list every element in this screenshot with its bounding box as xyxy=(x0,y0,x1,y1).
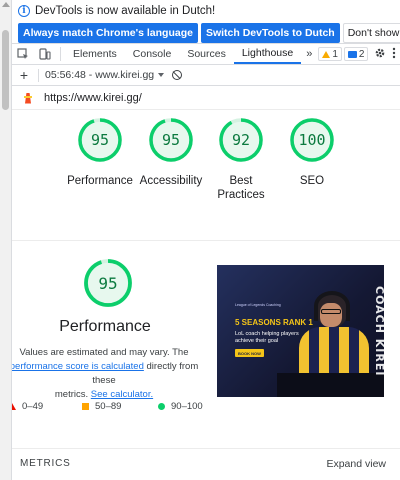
expand-view-toggle[interactable]: Expand view xyxy=(326,458,386,470)
thumbnail-vertical-text: COACH KIREI xyxy=(373,285,384,377)
chevron-down-icon xyxy=(158,73,165,77)
tab-elements[interactable]: Elements xyxy=(65,44,125,64)
tab-lighthouse[interactable]: Lighthouse xyxy=(233,44,302,64)
scroll-up-arrow-icon[interactable] xyxy=(2,2,10,7)
tab-separator xyxy=(60,47,61,61)
devtools-window: i DevTools is now available in Dutch! Al… xyxy=(0,0,400,480)
always-match-language-button[interactable]: Always match Chrome's language xyxy=(18,23,198,43)
performance-gauge-large: 95 xyxy=(82,257,134,309)
gauge-seo[interactable]: 100 SEO xyxy=(272,117,352,188)
lighthouse-logo-icon xyxy=(22,91,34,105)
report-selector[interactable]: 05:56:48 - www.kirei.gg xyxy=(45,69,165,81)
new-report-plus-icon[interactable]: + xyxy=(16,67,32,83)
desc-line1: Values are estimated and may vary. The xyxy=(19,347,189,358)
gauge-label: SEO xyxy=(299,175,325,187)
language-infobar: i DevTools is now available in Dutch! Al… xyxy=(12,0,400,44)
legend-average-range: 50–89 xyxy=(95,401,122,412)
see-calculator-link[interactable]: See calculator. xyxy=(91,389,153,400)
devtools-panel: i DevTools is now available in Dutch! Al… xyxy=(12,0,400,480)
performance-score: 95 xyxy=(98,273,118,293)
warnings-count: 1 xyxy=(332,48,338,60)
info-icon: i xyxy=(18,5,30,17)
performance-description: Values are estimated and may vary. The p… xyxy=(12,346,204,402)
score-calculated-link[interactable]: performance score is calculated xyxy=(12,361,144,372)
inspect-element-icon[interactable] xyxy=(12,44,34,64)
gauge-ring: 95 xyxy=(148,117,194,163)
dont-show-again-button[interactable]: Don't show again xyxy=(342,23,400,43)
switch-to-dutch-button[interactable]: Switch DevTools to Dutch xyxy=(200,23,340,43)
pass-circle-icon xyxy=(158,403,165,410)
gauge-score: 95 xyxy=(161,131,181,149)
thumbnail-headline: 5 SEASONS RANK 1 xyxy=(235,318,313,327)
clear-reports-icon[interactable] xyxy=(172,70,183,80)
gauge-score: 95 xyxy=(90,131,110,149)
messages-count: 2 xyxy=(358,48,365,60)
gauge-label: Best Practices xyxy=(217,175,265,201)
more-options-icon[interactable] xyxy=(392,47,396,62)
scrollbar-thumb[interactable] xyxy=(2,30,9,110)
report-selector-value: 05:56:48 - www.kirei.gg xyxy=(45,69,155,81)
gauge-score: 100 xyxy=(298,131,326,149)
lighthouse-toolbar: + 05:56:48 - www.kirei.gg xyxy=(12,65,400,86)
tab-console[interactable]: Console xyxy=(125,44,180,64)
average-square-icon xyxy=(82,403,89,410)
devtools-tabbar: Elements Console Sources Lighthouse » 1 … xyxy=(12,44,400,65)
settings-gear-icon[interactable] xyxy=(374,47,386,62)
final-screenshot-thumbnail[interactable]: League of Legends Coaching 5 SEASONS RAN… xyxy=(217,265,384,397)
desc-metrics-prefix: metrics. xyxy=(54,389,89,400)
page-scrollbar[interactable] xyxy=(0,0,12,480)
warning-icon xyxy=(322,50,331,58)
metrics-header: METRICS Expand view xyxy=(12,448,400,478)
gauge-ring: 100 xyxy=(289,117,335,163)
messages-badge[interactable]: 2 xyxy=(343,47,369,61)
report-url[interactable]: https://www.kirei.gg/ xyxy=(44,92,142,104)
report-url-bar: https://www.kirei.gg/ xyxy=(12,86,400,110)
section-divider xyxy=(12,240,400,241)
gauge-ring: 95 xyxy=(77,117,123,163)
gauge-best-practices[interactable]: 92 Best Practices xyxy=(201,117,281,202)
headset-icon xyxy=(314,291,350,321)
thumbnail-book-button: BOOK NOW xyxy=(235,349,264,357)
gauge-label: Performance xyxy=(67,175,133,187)
fail-triangle-icon xyxy=(12,403,16,410)
infobar-message: DevTools is now available in Dutch! xyxy=(35,5,216,17)
gauge-accessibility[interactable]: 95 Accessibility xyxy=(131,117,211,188)
warnings-badge[interactable]: 1 xyxy=(318,47,342,61)
gauge-performance[interactable]: 95 Performance xyxy=(60,117,140,188)
score-gauges: 95 Performance 95 Accessibility 92 Best … xyxy=(12,117,400,217)
legend-fail: 0–49 xyxy=(12,401,43,412)
tab-sources[interactable]: Sources xyxy=(179,44,234,64)
thumbnail-subtext: LoL coach helping players achieve their … xyxy=(235,331,299,344)
legend-fail-range: 0–49 xyxy=(22,401,44,412)
toolbar-separator xyxy=(38,68,39,82)
message-icon xyxy=(347,50,357,58)
gauge-ring: 92 xyxy=(218,117,264,163)
score-legend: 0–49 50–89 90–100 xyxy=(12,401,222,415)
metrics-label: METRICS xyxy=(20,458,71,469)
legend-average: 50–89 xyxy=(82,401,121,412)
legend-pass: 90–100 xyxy=(158,401,203,412)
gauge-score: 92 xyxy=(231,131,251,149)
gauge-label: Accessibility xyxy=(139,175,203,187)
legend-pass-range: 90–100 xyxy=(171,401,203,412)
more-tabs-button[interactable]: » xyxy=(301,44,317,64)
thumbnail-small-text: League of Legends Coaching xyxy=(235,303,281,307)
device-toolbar-icon[interactable] xyxy=(34,44,56,64)
performance-title: Performance xyxy=(59,318,151,335)
